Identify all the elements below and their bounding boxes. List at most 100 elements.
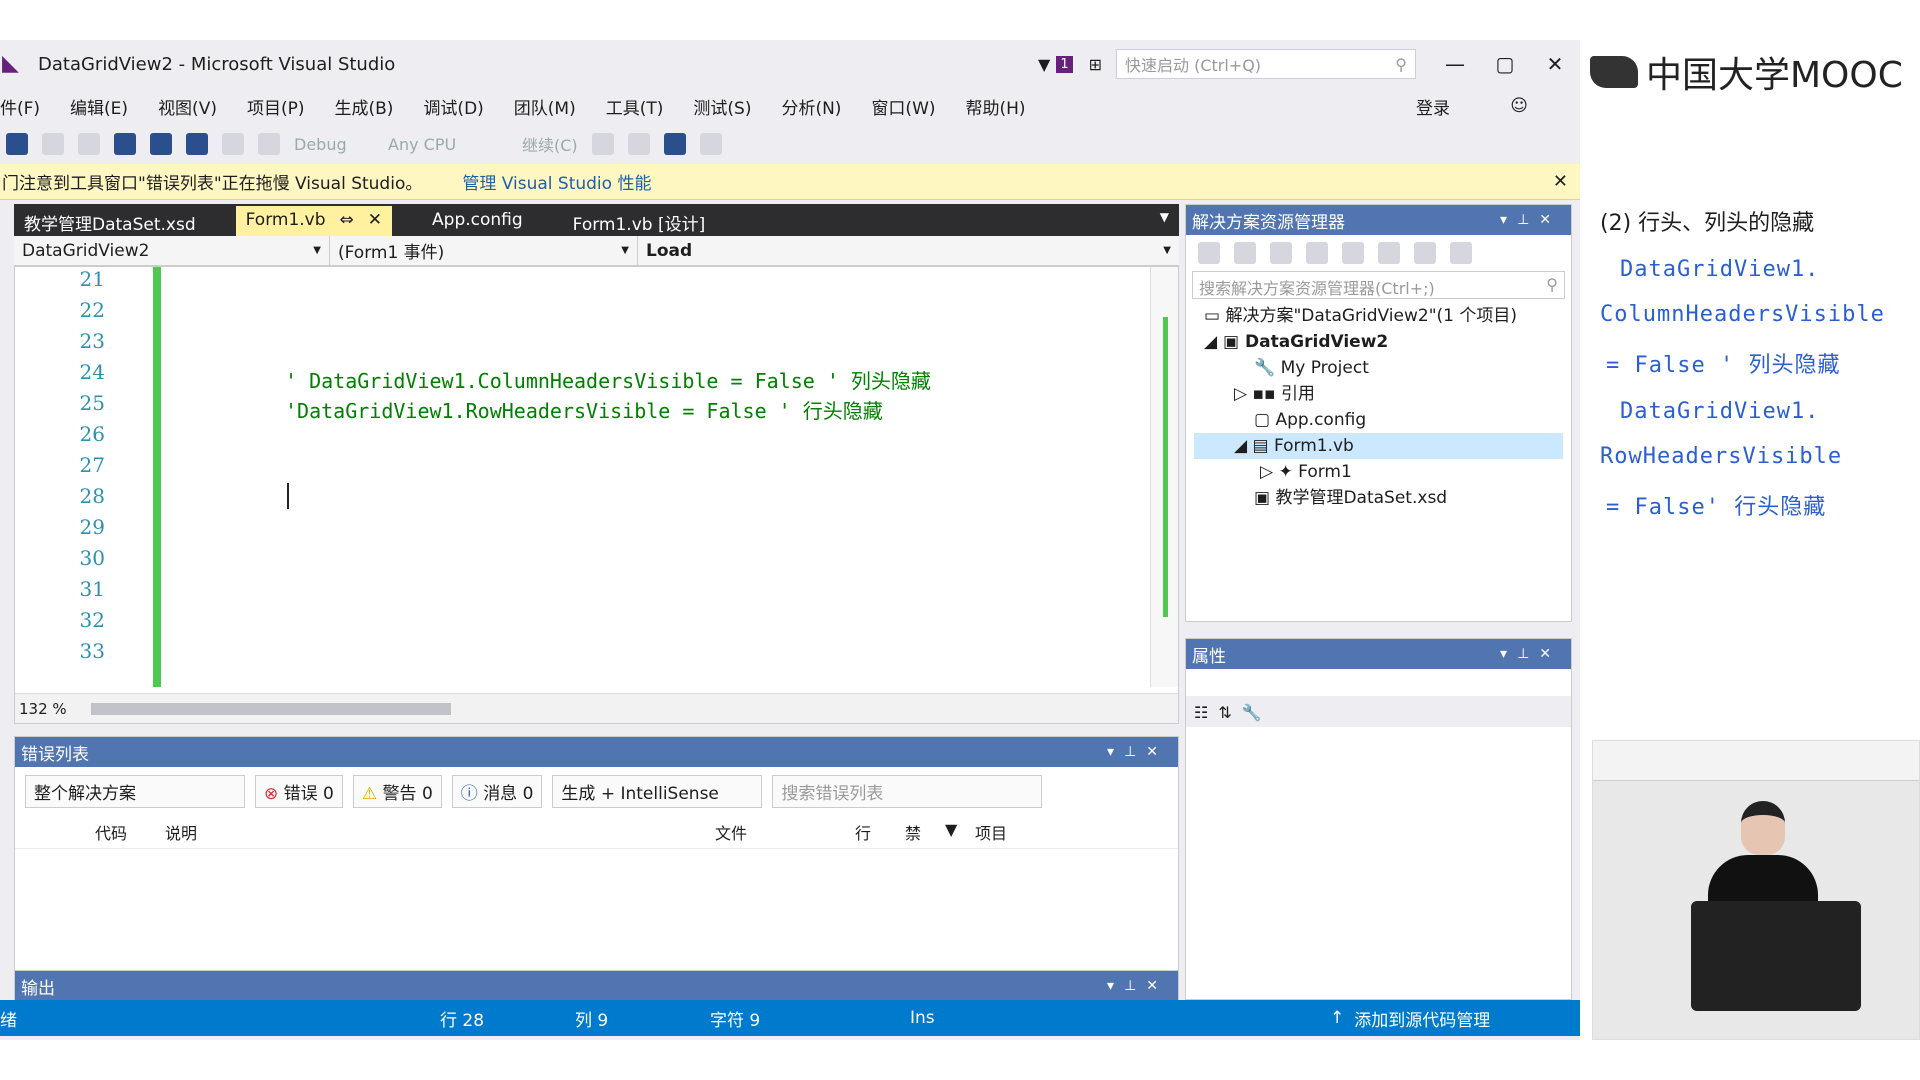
menu-edit[interactable]: 编辑(E)	[70, 94, 128, 119]
messages-filter-button[interactable]: ⓘ 消息 0	[451, 775, 543, 808]
zoom-level[interactable]: 132 %	[19, 700, 67, 718]
pin-icon[interactable]: ⇔	[340, 210, 354, 232]
tree-item-project[interactable]: ◢ ▣ DataGridView2	[1194, 329, 1563, 355]
lecture-notes: (2) 行头、列头的隐藏 DataGridView1. ColumnHeader…	[1600, 205, 1910, 541]
quick-launch-input[interactable]: 快速启动 (Ctrl+Q) ⚲	[1116, 49, 1416, 79]
build-filter-dropdown[interactable]: 生成 + IntelliSense	[552, 775, 763, 808]
comment-icon[interactable]	[699, 133, 722, 155]
error-search-input[interactable]: 搜索错误列表	[772, 775, 1043, 808]
scroll-thumb[interactable]	[1163, 317, 1168, 617]
tab-app-config[interactable]: App.config	[422, 206, 533, 236]
solution-search-input[interactable]: 搜索解决方案资源管理器(Ctrl+;) ⚲	[1192, 271, 1565, 299]
tree-item-form1-vb[interactable]: ◢ ▤ Form1.vb	[1194, 433, 1563, 459]
sync-icon[interactable]	[1378, 242, 1400, 264]
properties-icon[interactable]	[1450, 242, 1472, 264]
menu-analyze[interactable]: 分析(N)	[781, 94, 841, 119]
save-all-icon[interactable]	[186, 133, 208, 155]
tree-item-my-project[interactable]: 🔧 My Project	[1194, 355, 1563, 381]
menu-debug[interactable]: 调试(D)	[423, 94, 483, 119]
feedback-icon[interactable]: ⊞	[1089, 55, 1102, 74]
menu-file[interactable]: 件(F)	[0, 94, 40, 119]
output-title-bar[interactable]: 输出 ▾⊥✕	[15, 971, 1178, 1001]
tree-item-solution[interactable]: ▭ 解决方案"DataGridView2"(1 个项目)	[1194, 303, 1563, 329]
panel-controls-icon[interactable]: ▾⊥✕	[1107, 978, 1168, 994]
notification-flag-icon[interactable]: ▼	[1038, 55, 1050, 74]
menu-project[interactable]: 项目(P)	[247, 94, 305, 119]
col-suppress[interactable]: 禁	[905, 820, 945, 844]
pending-changes-icon[interactable]	[1342, 242, 1364, 264]
status-bar: 绪 行 28 列 9 字符 9 Ins ↑ 添加到源代码管理	[0, 1000, 1580, 1036]
new-project-icon[interactable]	[78, 133, 100, 155]
menu-tools[interactable]: 工具(T)	[606, 94, 664, 119]
col-file[interactable]: 文件	[715, 820, 855, 844]
categorized-icon[interactable]: ☷	[1194, 703, 1208, 722]
warnings-filter-button[interactable]: ⚠ 警告 0	[352, 775, 442, 808]
tree-item-form1[interactable]: ▷ ✦ Form1	[1194, 459, 1563, 485]
menu-team[interactable]: 团队(M)	[514, 94, 576, 119]
close-infobar-icon[interactable]: ✕	[1553, 171, 1568, 192]
home-icon[interactable]	[1270, 242, 1292, 264]
minimize-button[interactable]: —	[1430, 52, 1480, 76]
code-line[interactable]: ' DataGridView1.ColumnHeadersVisible = F…	[285, 365, 931, 394]
tree-item-label: 引用	[1280, 384, 1315, 404]
alphabetical-icon[interactable]: ⇅	[1218, 703, 1231, 722]
back-icon[interactable]	[1198, 242, 1220, 264]
horizontal-scrollbar[interactable]: 132 %	[15, 693, 1178, 723]
panel-controls-icon[interactable]: ▾⊥✕	[1500, 646, 1561, 662]
scope-dropdown[interactable]: 整个解决方案	[25, 775, 245, 808]
tab-form1-designer[interactable]: Form1.vb [设计]	[563, 206, 716, 236]
panel-controls-icon[interactable]: ▾⊥✕	[1500, 212, 1561, 228]
forward-icon[interactable]	[1234, 242, 1256, 264]
panel-controls-icon[interactable]: ▾⊥✕	[1107, 744, 1168, 760]
manage-performance-link[interactable]: 管理 Visual Studio 性能	[462, 169, 651, 194]
col-code[interactable]: 代码	[95, 820, 165, 844]
property-pages-icon[interactable]: 🔧	[1242, 703, 1262, 722]
events-dropdown[interactable]: (Form1 事件) ▼	[330, 236, 638, 265]
method-dropdown[interactable]: Load ▼	[638, 236, 1179, 265]
redo-icon[interactable]	[258, 133, 280, 155]
debug-tools-icon[interactable]	[591, 133, 614, 155]
close-window-button[interactable]: ✕	[1530, 52, 1580, 76]
menu-test[interactable]: 测试(S)	[693, 94, 751, 119]
solution-config-select[interactable]: Debug	[294, 135, 374, 154]
menu-view[interactable]: 视图(V)	[158, 94, 217, 119]
laptop	[1691, 901, 1861, 1011]
open-file-icon[interactable]	[114, 133, 136, 155]
errors-filter-button[interactable]: ⊗ 错误 0	[255, 775, 343, 808]
collapse-all-icon[interactable]	[1414, 242, 1436, 264]
tree-item-references[interactable]: ▷ ▪▪ 引用	[1194, 381, 1563, 407]
col-description[interactable]: 说明	[165, 820, 715, 844]
account-icon[interactable]: ☺	[1510, 96, 1528, 116]
add-to-source-control-button[interactable]: 添加到源代码管理	[1354, 1006, 1490, 1031]
login-link[interactable]: 登录	[1416, 94, 1450, 119]
switch-views-icon[interactable]	[1306, 242, 1328, 264]
col-line[interactable]: 行	[855, 820, 905, 844]
tree-item-app-config[interactable]: ▢ App.config	[1194, 407, 1563, 433]
properties-object-select[interactable]	[1186, 669, 1571, 697]
code-editor[interactable]: 21 22 23 24 25 26 27 28 29 30 31 32 33 '…	[14, 266, 1179, 724]
tab-overflow-icon[interactable]: ▼	[1160, 210, 1169, 224]
maximize-button[interactable]: ▢	[1480, 52, 1530, 76]
tab-form1-vb[interactable]: Form1.vb ⇔ ✕	[235, 206, 393, 236]
class-dropdown[interactable]: DataGridView2 ▼	[14, 236, 330, 265]
notification-count[interactable]: 1	[1056, 55, 1073, 73]
code-line[interactable]: 'DataGridView1.RowHeadersVisible = False…	[285, 395, 883, 424]
menu-window[interactable]: 窗口(W)	[871, 94, 935, 119]
menu-build[interactable]: 生成(B)	[335, 94, 394, 119]
platform-select[interactable]: Any CPU	[388, 135, 508, 154]
save-icon[interactable]	[150, 133, 172, 155]
horizontal-scroll-thumb[interactable]	[90, 702, 451, 715]
tab-dataset-xsd[interactable]: 教学管理DataSet.xsd	[14, 206, 206, 236]
back-icon[interactable]	[6, 133, 28, 155]
filter-icon[interactable]: ▼	[945, 820, 975, 844]
bookmark-icon[interactable]	[663, 133, 686, 155]
step-icon[interactable]	[627, 133, 650, 155]
menu-help[interactable]: 帮助(H)	[966, 94, 1026, 119]
vertical-scrollbar[interactable]	[1150, 267, 1178, 687]
continue-button[interactable]: 继续(C)	[522, 132, 578, 156]
tree-item-dataset[interactable]: ▣ 教学管理DataSet.xsd	[1194, 485, 1563, 511]
col-project[interactable]: 项目	[975, 820, 1007, 844]
forward-icon[interactable]	[42, 133, 64, 155]
undo-icon[interactable]	[222, 133, 244, 155]
close-tab-icon[interactable]: ✕	[368, 210, 382, 232]
